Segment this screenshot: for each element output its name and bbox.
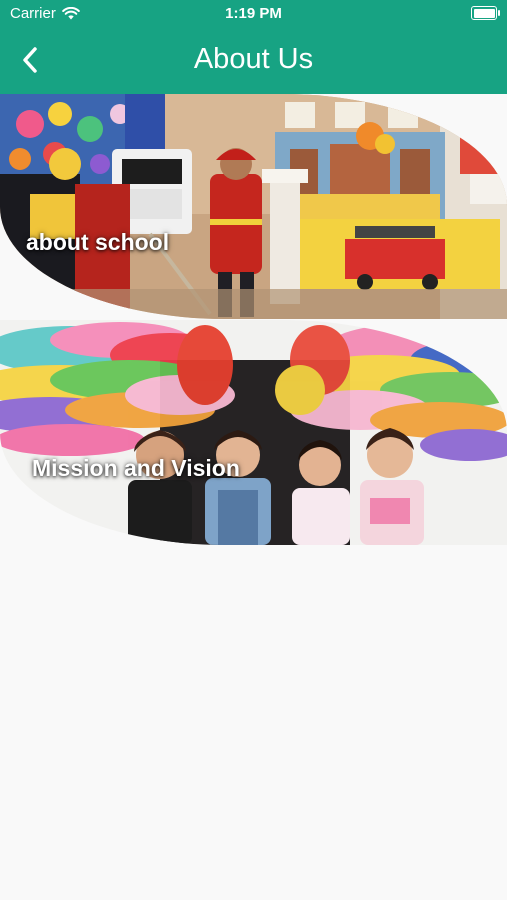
mission-vision-label: Mission and Vision (32, 455, 240, 481)
app-header: Carrier 1:19 PM About Us (0, 0, 507, 94)
about-school-label: about school (26, 229, 170, 255)
battery-icon (471, 6, 500, 20)
status-time: 1:19 PM (225, 5, 282, 22)
status-bar: Carrier 1:19 PM (0, 0, 507, 28)
mission-vision-card[interactable]: Mission and Vision (0, 320, 507, 545)
navigation-bar: About Us (0, 28, 507, 94)
page-title: About Us (193, 43, 314, 75)
about-school-photo (0, 94, 507, 319)
mission-vision-photo (0, 320, 507, 545)
about-school-card[interactable]: about school (0, 94, 507, 319)
